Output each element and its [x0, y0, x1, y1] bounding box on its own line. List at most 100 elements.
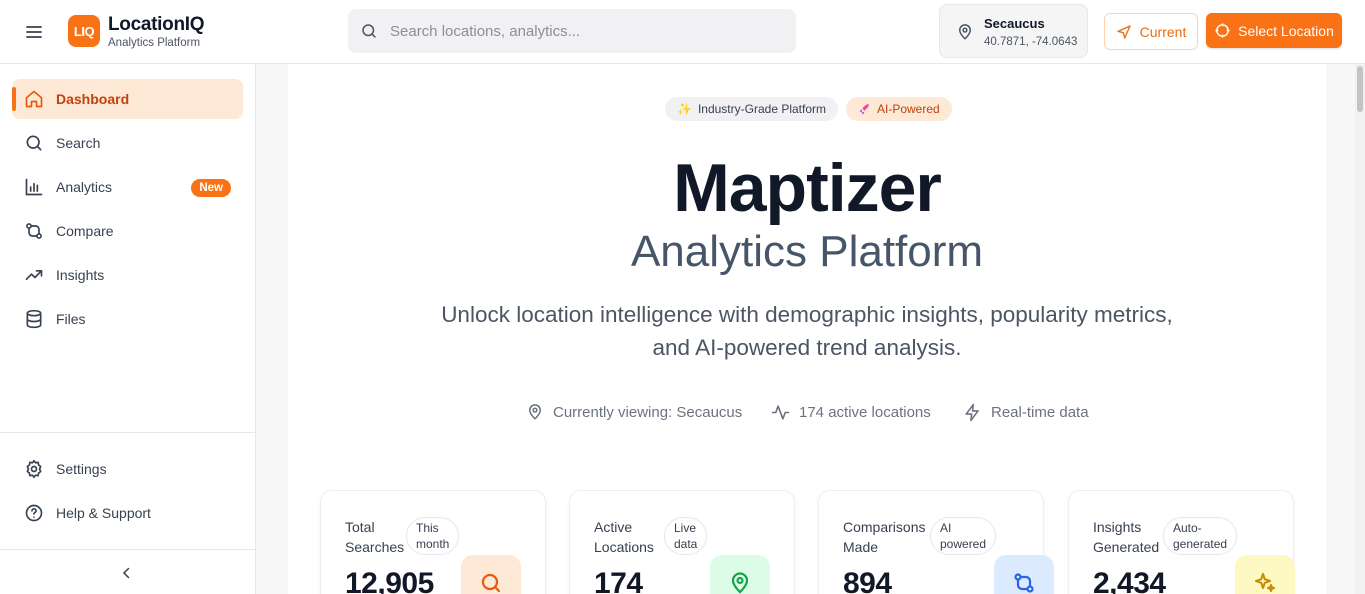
stat-label-line: Locations: [594, 539, 654, 555]
meta-label: Real-time data: [991, 404, 1089, 421]
stat-card-active-locations[interactable]: Active Locations Live data 174: [569, 490, 795, 594]
stat-label-line: Searches: [345, 539, 405, 555]
current-location-card[interactable]: Secaucus 40.7871, -74.0643: [939, 4, 1088, 58]
search-input[interactable]: [390, 22, 770, 40]
sidebar-item-help[interactable]: Help & Support: [12, 493, 243, 533]
stat-label-line: Made: [843, 539, 879, 555]
select-location-label: Select Location: [1238, 22, 1334, 39]
industry-grade-pill: ✨ Industry-Grade Platform: [665, 97, 838, 121]
stat-value: 12,905: [345, 567, 434, 594]
map-pin-icon: [958, 24, 972, 40]
navigation-icon: [1116, 24, 1131, 39]
chip-line: Auto-: [1173, 521, 1202, 535]
stat-label-line: Total: [345, 519, 375, 535]
meta-label: Currently viewing: Secaucus: [553, 403, 743, 421]
stat-label-line: Insights: [1093, 519, 1142, 535]
sidebar-item-files[interactable]: Files: [12, 299, 243, 339]
search-icon: [26, 135, 42, 151]
stat-card-total-searches[interactable]: Total Searches This month 12,905: [320, 490, 546, 594]
stat-label-line: Comparisons: [843, 519, 926, 535]
logo[interactable]: LIQ: [68, 15, 100, 47]
current-button-label: Current: [1139, 23, 1187, 40]
stat-value: 174: [594, 567, 643, 594]
rocket-icon: [859, 103, 869, 114]
chip-line: generated: [1173, 537, 1228, 551]
crosshair-icon: [1215, 23, 1230, 38]
stat-label: Comparisons Made: [843, 517, 933, 557]
stat-card-comparisons[interactable]: Comparisons Made AI powered 894: [818, 490, 1054, 594]
sidebar-divider: [0, 432, 255, 433]
map-pin-icon: [731, 572, 749, 594]
stat-icon-box: [994, 555, 1054, 594]
bar-chart-icon: [25, 178, 43, 196]
new-badge: New: [191, 179, 231, 197]
stat-label: Total Searches: [345, 517, 415, 557]
stat-chip: AI powered: [930, 517, 997, 555]
meta-active-locations: 174 active locations: [771, 403, 931, 422]
stat-chip: Live data: [664, 517, 708, 555]
chip-line: data: [674, 537, 698, 551]
stat-value: 2,434: [1093, 567, 1166, 594]
stat-chip: Auto-generated: [1163, 517, 1238, 555]
chip-line: Live: [674, 521, 697, 535]
pill-label: Industry-Grade Platform: [697, 102, 826, 116]
location-coordinates: 40.7871, -74.0643: [984, 36, 1078, 48]
git-compare-icon: [26, 223, 42, 239]
scrollbar-track[interactable]: [1355, 64, 1365, 594]
search-icon: [481, 573, 501, 593]
sidebar-item-label: Compare: [56, 223, 114, 239]
chip-line: AI: [940, 521, 952, 535]
ai-powered-pill: AI-Powered: [846, 97, 952, 121]
stat-icon-box: [1235, 555, 1295, 594]
scrollbar-thumb[interactable]: [1357, 66, 1363, 112]
stat-label: Active Locations: [594, 517, 664, 557]
description-line: and AI-powered trend analysis.: [652, 335, 962, 360]
chip-line: powered: [940, 537, 987, 551]
brand-subtitle: Analytics Platform: [108, 37, 201, 49]
sidebar-item-search[interactable]: Search: [12, 123, 243, 163]
current-location-button[interactable]: Current: [1104, 13, 1198, 50]
sidebar-item-label: Files: [56, 311, 86, 327]
sidebar-item-label: Settings: [56, 461, 107, 477]
sparkle-icon: ✨: [677, 102, 692, 116]
location-name: Secaucus: [984, 16, 1045, 31]
sidebar-item-dashboard[interactable]: Dashboard: [12, 79, 243, 119]
hero-subtitle: Analytics Platform: [630, 227, 984, 276]
stat-chip: This month: [406, 517, 460, 555]
meta-realtime: Real-time data: [963, 403, 1089, 422]
meta-current-location: Currently viewing: Secaucus: [526, 403, 742, 421]
chip-line: month: [416, 537, 450, 551]
stat-icon-box: [710, 555, 770, 594]
database-icon: [26, 309, 42, 329]
chevron-left-icon[interactable]: [118, 564, 136, 582]
sidebar-item-label: Analytics: [56, 179, 113, 195]
meta-label: 174 active locations: [799, 404, 931, 421]
help-circle-icon: [25, 504, 43, 522]
sidebar: Dashboard Search Analytics New Compare I…: [0, 64, 256, 594]
brand-name: LocationIQ: [108, 14, 205, 35]
sparkles-icon: [1255, 573, 1275, 592]
sidebar-item-insights[interactable]: Insights: [12, 255, 243, 295]
sidebar-item-label: Help & Support: [56, 505, 151, 521]
search-icon: [362, 24, 376, 38]
select-location-button[interactable]: Select Location: [1206, 13, 1342, 48]
stat-card-insights[interactable]: Insights Generated Auto-generated 2,434: [1068, 490, 1295, 594]
stat-label-line: Generated: [1093, 539, 1160, 555]
sidebar-item-compare[interactable]: Compare: [12, 211, 243, 251]
activity-icon: [771, 405, 790, 420]
sidebar-item-settings[interactable]: Settings: [12, 449, 243, 489]
menu-icon[interactable]: [24, 22, 44, 42]
zap-icon: [965, 403, 979, 422]
hero-description: Unlock location intelligence with demogr…: [408, 298, 1206, 364]
git-compare-icon: [1014, 573, 1034, 593]
search-bar[interactable]: [348, 9, 796, 53]
sidebar-item-analytics[interactable]: Analytics New: [12, 167, 243, 207]
pill-label: AI-Powered: [877, 102, 940, 116]
sidebar-item-label: Search: [56, 135, 101, 151]
description-line: Unlock location intelligence with demogr…: [441, 302, 1173, 327]
home-icon: [25, 90, 43, 108]
gear-icon: [26, 459, 42, 479]
map-pin-icon: [528, 404, 542, 420]
chip-line: This: [416, 521, 439, 535]
stat-label: Insights Generated: [1093, 517, 1163, 557]
